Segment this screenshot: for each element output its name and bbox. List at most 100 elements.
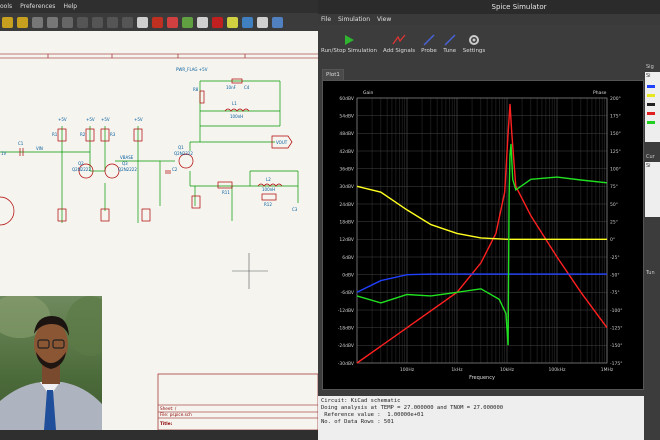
console-line: Reference value : 1.00000e+01 xyxy=(321,412,424,418)
label-r11: R11 xyxy=(222,190,230,195)
y-tick-label-right: 75° xyxy=(610,184,618,190)
y-tick-label-left: -12dBV xyxy=(338,308,355,314)
y-tick-label-left: -6dBV xyxy=(341,290,355,296)
plot-panel[interactable]: 60dBV 200° 54dBV 175° 48dBV 150° 42dBV 125° 36dB… xyxy=(322,80,644,390)
label-vout: VOUT xyxy=(276,140,288,145)
tab-plot1[interactable]: Plot1 xyxy=(322,69,344,80)
search-icon[interactable] xyxy=(32,16,43,28)
annotate-icon[interactable] xyxy=(197,16,208,28)
signal-swatch[interactable] xyxy=(647,103,655,106)
leave-sheet-icon[interactable] xyxy=(152,16,163,28)
y-tick-label-left: 36dBV xyxy=(339,166,355,172)
y-tick-label-left: 6dBV xyxy=(342,255,355,261)
tune-panel-label: Tun xyxy=(646,270,655,276)
erc-icon[interactable] xyxy=(212,16,223,28)
menu-file[interactable]: File xyxy=(321,16,331,23)
library-browser-icon[interactable] xyxy=(182,16,193,28)
undo-icon[interactable] xyxy=(2,16,13,28)
refresh-icon[interactable] xyxy=(62,16,73,28)
presenter-photo xyxy=(0,296,102,430)
cursors-list[interactable]: Si xyxy=(645,162,660,217)
label-vbase: VBASE xyxy=(120,155,134,160)
menu-view[interactable]: View xyxy=(377,16,391,23)
search-replace-icon[interactable] xyxy=(47,16,58,28)
y-tick-label-left: 18dBV xyxy=(339,219,355,225)
x-axis-title: Frequency xyxy=(469,375,495,381)
menu-tools[interactable]: ools xyxy=(0,3,12,10)
y-tick-label-left: 60dBV xyxy=(339,96,355,102)
add-signals-icon xyxy=(392,33,406,46)
y-tick-label-left: 30dBV xyxy=(339,184,355,190)
sheet-file-text: File: pspice.sch xyxy=(160,412,192,417)
y-tick-label-left: 54dBV xyxy=(339,113,355,119)
menu-simulation[interactable]: Simulation xyxy=(338,16,370,23)
y-tick-label-right: -75° xyxy=(610,290,620,296)
bom-icon[interactable] xyxy=(257,16,268,28)
right-axis-title: Phase xyxy=(593,90,607,96)
tune-label: Tune xyxy=(443,48,457,54)
label-5v-d: +5V xyxy=(134,117,143,122)
signal-swatch[interactable] xyxy=(647,121,655,124)
run-stop-button[interactable]: Run/Stop Simulation xyxy=(321,33,377,57)
signals-list-header: Si xyxy=(646,73,651,79)
play-icon xyxy=(342,33,356,46)
zoom-in-icon[interactable] xyxy=(77,16,88,28)
save-icon[interactable] xyxy=(272,16,283,28)
signal-swatch[interactable] xyxy=(647,94,655,97)
y-tick-label-right: 0° xyxy=(610,237,615,243)
signals-list[interactable]: Si xyxy=(645,72,660,142)
signals-panel-label: Sig xyxy=(646,64,654,70)
left-axis-title: Gain xyxy=(363,90,373,96)
label-5v-c: +5V xyxy=(101,117,110,122)
y-tick-label-left: 48dBV xyxy=(339,131,355,137)
zoom-out-icon[interactable] xyxy=(92,16,103,28)
label-pwr-flag: PWR_FLAG +5V xyxy=(176,67,208,72)
add-signals-label: Add Signals xyxy=(382,48,416,54)
y-tick-label-right: -50° xyxy=(610,272,620,278)
eeschema-statusbar xyxy=(0,430,318,440)
x-tick-label: 10kHz xyxy=(500,367,515,373)
symbol-editor-icon[interactable] xyxy=(167,16,178,28)
spice-toolbar: Run/Stop Simulation Add Signals Probe Tu… xyxy=(318,25,660,57)
signal-swatch[interactable] xyxy=(647,112,655,115)
netlist-icon[interactable] xyxy=(227,16,238,28)
settings-button[interactable]: Settings xyxy=(463,33,485,57)
x-tick-label: 100kHz xyxy=(549,367,567,373)
footprint-assign-icon[interactable] xyxy=(242,16,253,28)
series-line-1 xyxy=(356,103,608,364)
x-tick-label: 100Hz xyxy=(400,367,415,373)
zoom-area-icon[interactable] xyxy=(122,16,133,28)
sheet-title-text: Title: xyxy=(160,421,173,426)
tune-button[interactable]: Tune xyxy=(443,33,457,57)
cursors-panel-label: Cur xyxy=(646,154,655,160)
y-tick-label-right: -175° xyxy=(610,361,622,367)
menu-help[interactable]: Help xyxy=(63,3,77,10)
cursors-list-header: Si xyxy=(646,163,651,169)
console-line: No. of Data Rows : 501 xyxy=(321,419,394,425)
side-panel: Sig Si Cur Si Tun xyxy=(645,62,660,440)
y-tick-label-left: 42dBV xyxy=(339,149,355,155)
y-tick-label-right: -150° xyxy=(610,343,622,349)
redo-icon[interactable] xyxy=(17,16,28,28)
hierarchy-icon[interactable] xyxy=(137,16,148,28)
y-tick-label-left: 12dBV xyxy=(339,237,355,243)
label-r2: R2 xyxy=(80,132,86,137)
gear-icon xyxy=(467,33,481,46)
menu-preferences[interactable]: Preferences xyxy=(20,3,55,10)
series-line-2 xyxy=(356,185,607,240)
add-signals-button[interactable]: Add Signals xyxy=(383,33,415,57)
label-l2: L2 xyxy=(266,177,271,182)
zoom-fit-icon[interactable] xyxy=(107,16,118,28)
label-r3: R3 xyxy=(110,132,116,137)
probe-label: Probe xyxy=(421,48,437,54)
y-tick-label-right: 150° xyxy=(610,131,621,137)
plot-frame xyxy=(356,97,608,364)
label-l1-val: 100nH xyxy=(230,114,243,119)
signal-swatch[interactable] xyxy=(647,85,655,88)
y-tick-label-right: 200° xyxy=(610,96,621,102)
label-q3: Q3 xyxy=(122,161,128,166)
probe-button[interactable]: Probe xyxy=(421,33,437,57)
label-l2-val: 100nH xyxy=(262,187,275,192)
label-q1-part: Q2N2222 xyxy=(174,151,193,156)
series-line-4 xyxy=(356,143,608,346)
